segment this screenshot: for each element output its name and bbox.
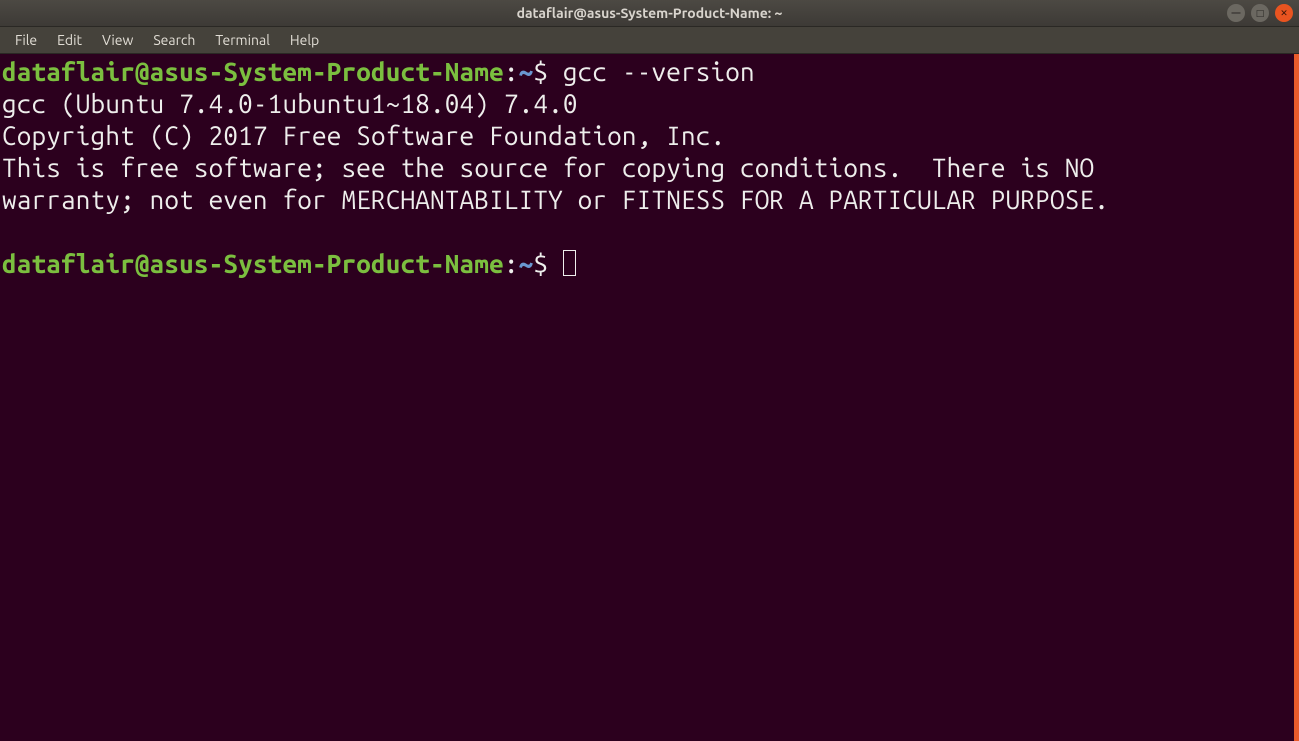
output-line: Copyright (C) 2017 Free Software Foundat… bbox=[2, 121, 725, 150]
close-button[interactable]: ✕ bbox=[1275, 4, 1293, 22]
menu-terminal[interactable]: Terminal bbox=[206, 29, 279, 51]
prompt-symbol: $ bbox=[533, 249, 563, 278]
minimize-icon: — bbox=[1232, 8, 1241, 18]
menu-edit[interactable]: Edit bbox=[48, 29, 91, 51]
window-controls: — □ ✕ bbox=[1227, 4, 1293, 22]
terminal-area[interactable]: dataflair@asus-System-Product-Name:~$ gc… bbox=[0, 54, 1299, 741]
menubar: File Edit View Search Terminal Help bbox=[0, 27, 1299, 54]
maximize-button[interactable]: □ bbox=[1251, 4, 1269, 22]
output-line: gcc (Ubuntu 7.4.0-1ubuntu1~18.04) 7.4.0 bbox=[2, 89, 578, 118]
prompt-user-host: dataflair@asus-System-Product-Name bbox=[2, 249, 504, 278]
window-title: dataflair@asus-System-Product-Name: ~ bbox=[0, 5, 1299, 21]
menu-help[interactable]: Help bbox=[281, 29, 328, 51]
menu-search[interactable]: Search bbox=[144, 29, 204, 51]
command-text: gcc --version bbox=[563, 57, 755, 86]
menu-view[interactable]: View bbox=[93, 29, 142, 51]
menu-file[interactable]: File bbox=[6, 29, 46, 51]
maximize-icon: □ bbox=[1256, 8, 1265, 19]
prompt-sep: : bbox=[504, 57, 519, 86]
prompt-user-host: dataflair@asus-System-Product-Name bbox=[2, 57, 504, 86]
output-line: This is free software; see the source fo… bbox=[2, 153, 1094, 182]
close-icon: ✕ bbox=[1280, 8, 1288, 19]
minimize-button[interactable]: — bbox=[1227, 4, 1245, 22]
prompt-path: ~ bbox=[519, 57, 534, 86]
prompt-path: ~ bbox=[519, 249, 534, 278]
output-line: warranty; not even for MERCHANTABILITY o… bbox=[2, 185, 1109, 214]
prompt-sep: : bbox=[504, 249, 519, 278]
cursor-icon bbox=[563, 250, 576, 276]
prompt-symbol: $ bbox=[533, 57, 563, 86]
window-titlebar: dataflair@asus-System-Product-Name: ~ — … bbox=[0, 0, 1299, 27]
